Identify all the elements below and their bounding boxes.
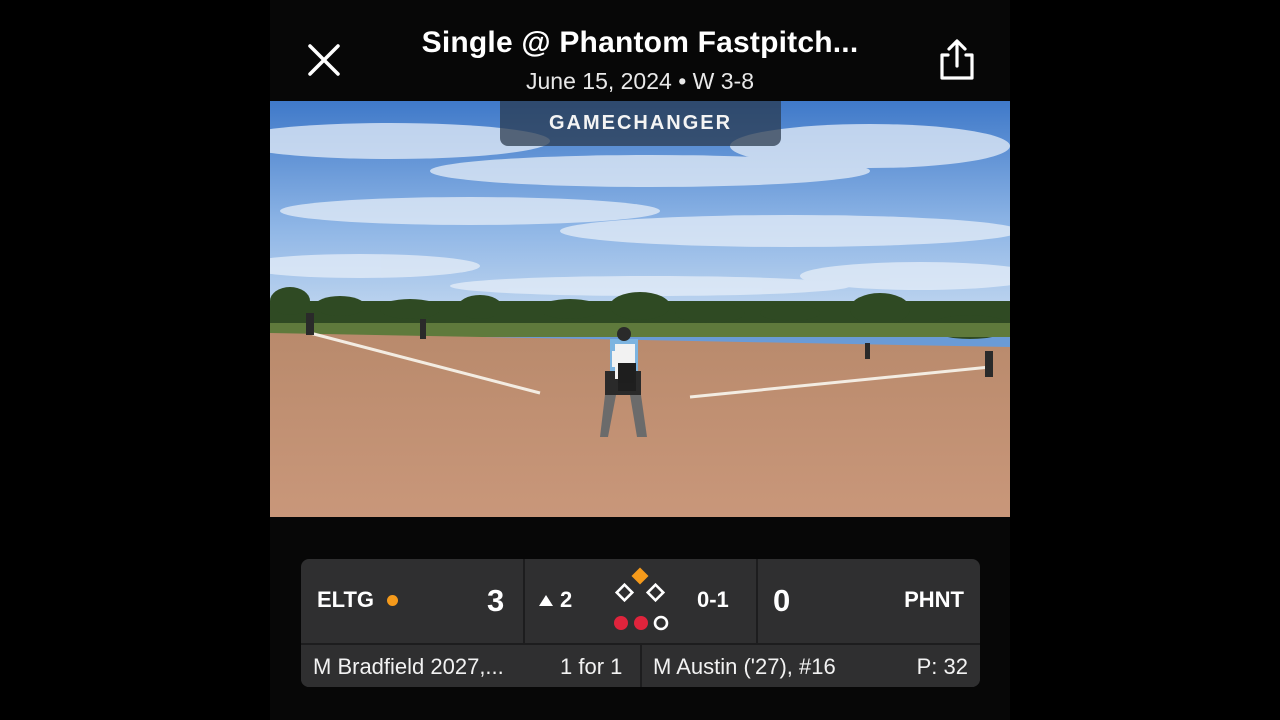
gamechanger-watermark: GAMECHANGER <box>500 101 781 146</box>
second-base-icon <box>631 567 649 585</box>
batter-name: M Bradfield 2027,... <box>313 654 504 679</box>
inning-number: 2 <box>560 587 573 612</box>
top-inning-icon <box>539 594 553 606</box>
third-base-icon <box>614 582 635 603</box>
scorebug-main-row: ELTG 3 2 0-1 0 PHNT <box>301 559 980 643</box>
video-player[interactable]: GAMECHANGER <box>270 101 1010 517</box>
pitcher-name: M Austin ('27), #16 <box>653 654 836 679</box>
share-button[interactable] <box>934 38 980 82</box>
clip-title: Single @ Phantom Fastpitch... <box>421 26 859 59</box>
home-team-abbr: PHNT <box>904 587 964 612</box>
out-indicator-icon <box>634 616 648 630</box>
batter-stat: 1 for 1 <box>560 654 623 679</box>
scorebug-divider <box>523 559 525 643</box>
pitch-count: P: 32 <box>916 654 968 679</box>
scorebug-divider <box>756 559 758 643</box>
out-indicator-icon <box>614 616 628 630</box>
scorebug-matchup-row: M Bradfield 2027,... 1 for 1 M Austin ('… <box>301 645 980 687</box>
ball-strike-count: 0-1 <box>697 587 729 612</box>
inning-indicator: 2 <box>539 587 572 613</box>
away-team-score: 3 <box>487 583 505 618</box>
game-date-result: June 15, 2024 • W 3-8 <box>526 68 754 94</box>
away-team-abbr: ELTG <box>317 587 375 612</box>
game-clip-screen: Single @ Phantom Fastpitch... June 15, 2… <box>270 0 1010 720</box>
scorebug-divider <box>640 645 642 687</box>
scorebug: ELTG 3 2 0-1 0 PHNT M Bradfield 2027,...… <box>301 559 980 687</box>
home-team-score: 0 <box>773 583 791 618</box>
batting-team-indicator <box>387 595 398 606</box>
share-icon <box>940 39 974 80</box>
video-frame <box>270 101 1010 517</box>
out-indicator-icon <box>653 615 669 631</box>
first-base-icon <box>645 582 666 603</box>
bases-and-outs <box>614 567 669 631</box>
